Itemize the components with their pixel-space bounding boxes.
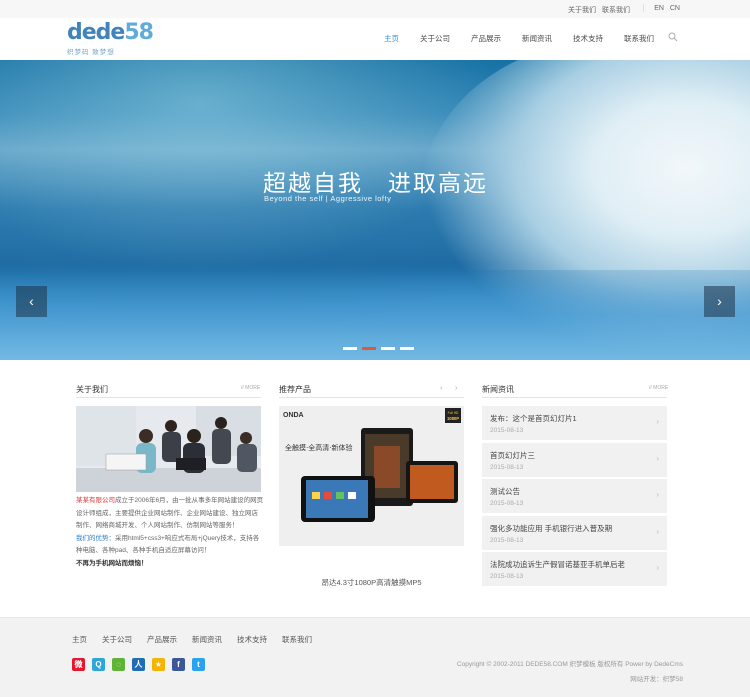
nav-support[interactable]: 技术支持 xyxy=(573,33,603,44)
news-item[interactable]: 法院成功追诉生产假冒诺基亚手机单后老 2015-08-13 › xyxy=(482,552,667,586)
news-item[interactable]: 首页幻灯片三 2015-08-13 › xyxy=(482,442,667,477)
footer-nav-about[interactable]: 关于公司 xyxy=(102,634,132,645)
tencent-weibo-icon[interactable]: Q xyxy=(92,658,105,671)
lang-en[interactable]: EN xyxy=(654,5,664,12)
footer: 主页 关于公司 产品展示 新闻资讯 技术支持 联系我们 微 Q ◌ 人 ★ f … xyxy=(0,617,750,697)
twitter-icon[interactable]: t xyxy=(192,658,205,671)
about-text: 某某有限公司成立于2006年6月，由一批从事多年网站建设的网页设计师组成，主要提… xyxy=(76,495,264,570)
news-item-date: 2015-08-13 xyxy=(490,500,524,507)
weibo-icon[interactable]: 微 xyxy=(72,658,85,671)
footer-nav: 主页 关于公司 产品展示 新闻资讯 技术支持 联系我们 xyxy=(72,634,327,645)
news-item-title: 首页幻灯片三 xyxy=(490,450,535,460)
top-link-contact[interactable]: 联系我们 xyxy=(602,7,630,14)
search-icon[interactable] xyxy=(668,32,678,42)
logo-wordmark: dede58 xyxy=(67,20,154,45)
hero-banner: 超越自我 进取高远 Beyond the self | Aggressive l… xyxy=(0,60,750,360)
about-more-link[interactable]: // MORE xyxy=(241,385,260,391)
divider xyxy=(279,397,464,398)
divider xyxy=(76,397,261,398)
news-item[interactable]: 测试公告 2015-08-13 › xyxy=(482,479,667,513)
about-title: 关于我们 xyxy=(76,385,108,394)
news-item-date: 2015-08-13 xyxy=(490,536,524,544)
news-title: 新闻资讯 xyxy=(482,385,514,394)
product-brand: ONDA xyxy=(283,412,304,419)
product-badge-top: Full HD xyxy=(448,411,459,415)
banner-next-button[interactable]: › xyxy=(704,286,735,317)
about-photo xyxy=(76,406,261,492)
product-caption[interactable]: 昂达4.3寸1080P高清触摸MP5 xyxy=(279,577,464,588)
chevron-right-icon[interactable]: › xyxy=(455,383,458,392)
news-more-link[interactable]: // MORE xyxy=(649,385,668,391)
copyright: Copyright © 2002-2011 DEDE58.COM 织梦模板 版权… xyxy=(456,661,683,668)
product-carousel-controls: ‹ › xyxy=(440,383,458,392)
top-bar: 关于我们 联系我们 | EN CN xyxy=(0,0,750,18)
news-item-title: 发布：这个是首页幻灯片1 xyxy=(490,414,577,423)
chevron-right-icon: › xyxy=(717,293,722,309)
news-item-title: 强化多功能应用 手机银行进入普及期 xyxy=(490,523,613,533)
footer-nav-news[interactable]: 新闻资讯 xyxy=(192,634,222,645)
chevron-right-icon: › xyxy=(656,490,659,499)
news-item-date: 2015-08-13 xyxy=(490,427,524,434)
slide-dot[interactable] xyxy=(381,347,395,350)
social-share: 微 Q ◌ 人 ★ f t xyxy=(72,658,205,671)
footer-nav-home[interactable]: 主页 xyxy=(72,634,87,645)
footer-nav-contact[interactable]: 联系我们 xyxy=(282,634,312,645)
chevron-right-icon: › xyxy=(656,563,659,572)
news-item-title: 法院成功追诉生产假冒诺基亚手机单后老 xyxy=(490,560,625,569)
product-image[interactable]: ONDA Full HD 1080P 全触摸·全高清·新体验 xyxy=(279,406,464,546)
slide-dot[interactable] xyxy=(400,347,414,350)
wechat-icon[interactable]: ◌ xyxy=(112,658,125,671)
top-link-about[interactable]: 关于我们 xyxy=(568,7,596,14)
renren-icon[interactable]: 人 xyxy=(132,658,145,671)
slide-dot-active[interactable] xyxy=(362,347,376,350)
news-item[interactable]: 发布：这个是首页幻灯片1 2015-08-13 › xyxy=(482,406,667,440)
banner-prev-button[interactable]: ‹ xyxy=(16,286,47,317)
footer-nav-support[interactable]: 技术支持 xyxy=(237,634,267,645)
facebook-icon[interactable]: f xyxy=(172,658,185,671)
divider: | xyxy=(642,5,645,12)
qzone-icon[interactable]: ★ xyxy=(152,658,165,671)
chevron-right-icon: › xyxy=(656,453,659,463)
products-title: 推荐产品 xyxy=(279,385,311,394)
logo-subtitle: 织梦码 致梦想 xyxy=(67,49,115,56)
news-list: 发布：这个是首页幻灯片1 2015-08-13 › 首页幻灯片三 2015-08… xyxy=(482,406,667,589)
chevron-right-icon: › xyxy=(656,526,659,536)
nav-news[interactable]: 新闻资讯 xyxy=(522,33,552,44)
nav-home[interactable]: 主页 xyxy=(384,33,399,44)
slide-dot[interactable] xyxy=(343,347,357,350)
advantage-label: 我们的优势： xyxy=(76,534,115,542)
chevron-right-icon: › xyxy=(656,417,659,426)
developer-credit: 网站开发：织梦58 xyxy=(630,676,683,683)
about-slogan: 不再为手机网站而烦恼！ xyxy=(76,559,148,567)
main-nav: 主页 关于公司 产品展示 新闻资讯 技术支持 联系我们 xyxy=(384,33,675,44)
logo[interactable]: dede58 织梦码 致梦想 xyxy=(67,20,154,58)
slide-indicators xyxy=(343,347,414,350)
news-item[interactable]: 强化多功能应用 手机银行进入普及期 2015-08-13 › xyxy=(482,515,667,550)
footer-nav-products[interactable]: 产品展示 xyxy=(147,634,177,645)
product-badge: 1080P xyxy=(447,416,459,421)
news-item-date: 2015-08-13 xyxy=(490,573,524,580)
top-links: 关于我们 联系我们 xyxy=(564,5,630,15)
company-name[interactable]: 某某有限公司 xyxy=(76,497,115,504)
nav-contact[interactable]: 联系我们 xyxy=(624,33,654,44)
nav-products[interactable]: 产品展示 xyxy=(471,33,501,44)
divider xyxy=(482,397,667,398)
banner-tagline: Beyond the self | Aggressive lofty xyxy=(264,194,392,203)
chevron-left-icon[interactable]: ‹ xyxy=(440,383,443,392)
header: dede58 织梦码 致梦想 主页 关于公司 产品展示 新闻资讯 技术支持 联系… xyxy=(0,18,750,60)
lang-switch: | EN CN xyxy=(634,5,680,12)
nav-about[interactable]: 关于公司 xyxy=(420,33,450,44)
banner-headline: 超越自我 进取高远 xyxy=(263,171,488,197)
product-image-tagline: 全触摸·全高清·新体验 xyxy=(285,443,352,452)
news-item-date: 2015-08-13 xyxy=(490,463,524,471)
news-item-title: 测试公告 xyxy=(490,487,520,496)
lang-cn[interactable]: CN xyxy=(670,5,680,12)
chevron-left-icon: ‹ xyxy=(29,293,34,309)
